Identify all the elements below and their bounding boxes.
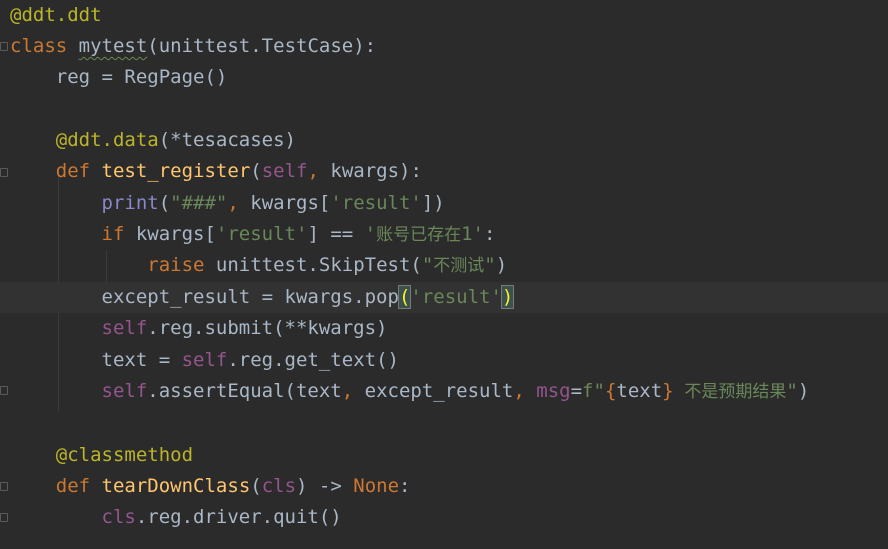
code-line-8[interactable]: if kwargs['result'] == '账号已存在1': bbox=[10, 219, 888, 250]
function-name: test_register bbox=[101, 160, 251, 182]
code-line-3[interactable]: reg = RegPage() bbox=[10, 62, 888, 93]
fold-def-icon[interactable] bbox=[0, 168, 8, 177]
class-name: mytest bbox=[78, 35, 148, 57]
code-line-11[interactable]: self.reg.submit(**kwargs) bbox=[10, 313, 888, 344]
fold-def2-icon[interactable] bbox=[0, 482, 8, 491]
matched-paren: ( bbox=[397, 285, 412, 309]
decorator: @ddt.ddt bbox=[10, 4, 102, 26]
code-line-17[interactable]: cls.reg.driver.quit() bbox=[10, 502, 888, 533]
code-line-6[interactable]: def test_register(self, kwargs): bbox=[10, 156, 888, 187]
matched-paren: ) bbox=[500, 285, 515, 309]
decorator: @ddt.data bbox=[55, 129, 159, 151]
code-line-5[interactable]: @ddt.data(*tesacases) bbox=[10, 125, 888, 156]
code-line-16[interactable]: def tearDownClass(cls) -> None: bbox=[10, 471, 888, 502]
code-line-7[interactable]: print("###", kwargs['result']) bbox=[10, 188, 888, 219]
function-name: tearDownClass bbox=[101, 475, 251, 497]
code-line-2[interactable]: class mytest(unittest.TestCase): bbox=[10, 31, 888, 62]
code-line-13[interactable]: self.assertEqual(text, except_result, ms… bbox=[10, 376, 888, 407]
fold-class-icon[interactable] bbox=[0, 42, 8, 51]
code-line-10-current[interactable]: except_result = kwargs.pop('result') bbox=[0, 282, 888, 313]
code-line-15[interactable]: @classmethod bbox=[10, 440, 888, 471]
fold-end-icon[interactable] bbox=[0, 386, 8, 395]
decorator: @classmethod bbox=[55, 444, 194, 466]
code-line-12[interactable]: text = self.reg.get_text() bbox=[10, 345, 888, 376]
keyword: class bbox=[10, 35, 68, 57]
editor-gutter bbox=[0, 0, 10, 549]
code-editor[interactable]: @ddt.ddt class mytest(unittest.TestCase)… bbox=[0, 0, 888, 549]
code-line-9[interactable]: raise unittest.SkipTest("不测试") bbox=[10, 250, 888, 281]
code-line-1[interactable]: @ddt.ddt bbox=[10, 0, 888, 31]
fold-end2-icon[interactable] bbox=[0, 513, 8, 522]
